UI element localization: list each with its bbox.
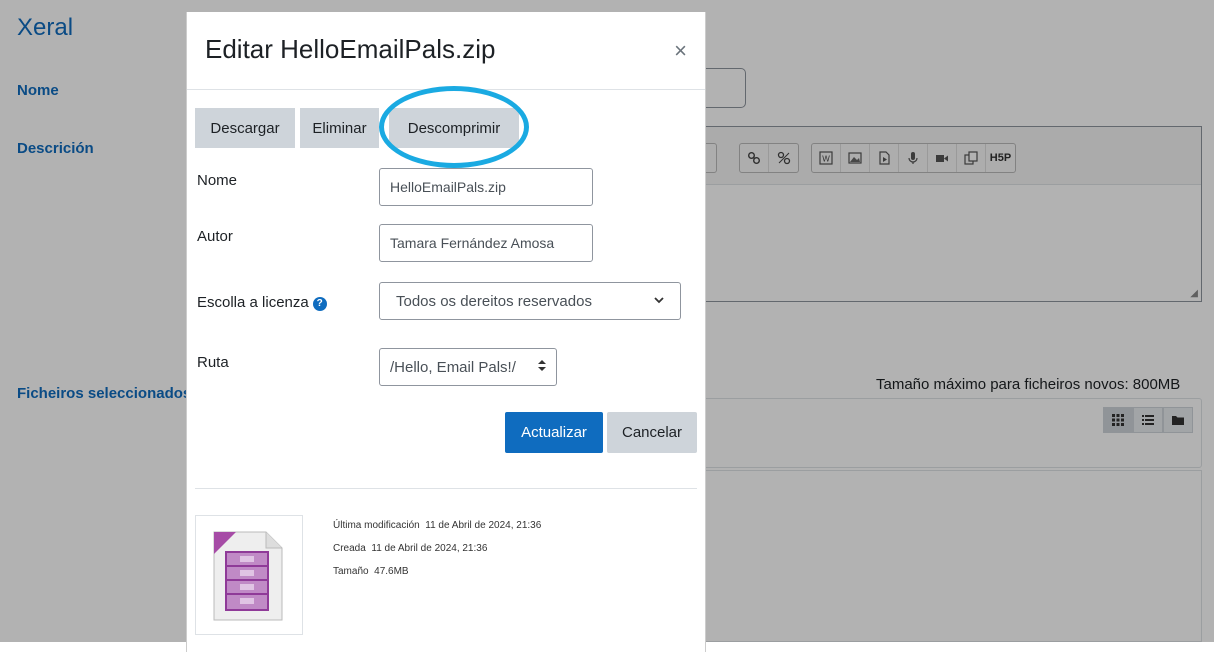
license-label-text: Escolla a licenza: [197, 294, 309, 311]
filename-label: Nome: [197, 172, 238, 189]
modal-header: Editar HelloEmailPals.zip ×: [187, 12, 705, 90]
updown-chevron-icon: [538, 360, 546, 374]
path-label: Ruta: [197, 354, 229, 371]
unzip-button[interactable]: Descomprimir: [389, 108, 519, 148]
cancel-button[interactable]: Cancelar: [607, 412, 697, 453]
size-label: Tamaño: [333, 566, 369, 577]
path-select[interactable]: /Hello, Email Pals!/: [379, 348, 557, 386]
filename-input[interactable]: HelloEmailPals.zip: [379, 168, 593, 206]
author-input[interactable]: Tamara Fernández Amosa: [379, 224, 593, 262]
help-icon[interactable]: ?: [312, 297, 327, 311]
file-thumbnail: [195, 515, 303, 635]
zip-archive-icon: [213, 531, 283, 621]
license-select[interactable]: Todos os dereitos reservados: [379, 282, 681, 320]
download-button[interactable]: Descargar: [195, 108, 295, 148]
author-label: Autor: [197, 228, 233, 245]
modal-title: Editar HelloEmailPals.zip: [205, 34, 496, 64]
license-selected: Todos os dereitos reservados: [396, 292, 592, 310]
delete-button[interactable]: Eliminar: [300, 108, 379, 148]
created-row: Creada 11 de Abril de 2024, 21:36: [333, 543, 487, 554]
chevron-down-icon: [654, 295, 664, 307]
created-label: Creada: [333, 543, 366, 554]
divider: [195, 488, 697, 489]
license-label: Escolla a licenza?: [197, 294, 327, 311]
size-row: Tamaño 47.6MB: [333, 566, 409, 577]
modified-row: Última modificación 11 de Abril de 2024,…: [333, 520, 541, 531]
path-selected: /Hello, Email Pals!/: [390, 358, 516, 376]
modified-value: 11 de Abril de 2024, 21:36: [425, 520, 542, 531]
close-icon[interactable]: ×: [674, 38, 687, 64]
update-button[interactable]: Actualizar: [505, 412, 603, 453]
edit-file-dialog: Editar HelloEmailPals.zip × Descargar El…: [186, 12, 706, 652]
size-value: 47.6MB: [374, 566, 409, 577]
modified-label: Última modificación: [333, 520, 420, 531]
created-value: 11 de Abril de 2024, 21:36: [371, 543, 488, 554]
